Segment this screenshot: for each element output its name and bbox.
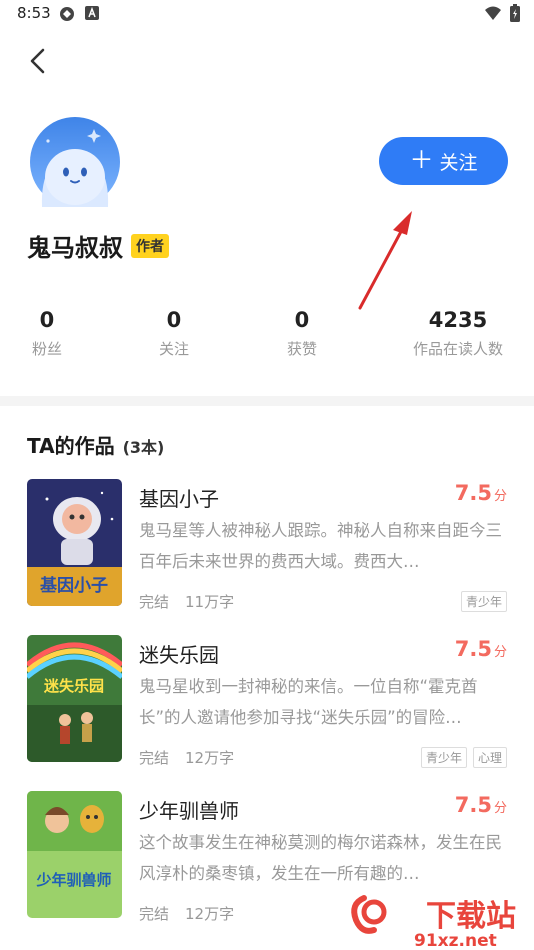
book-cover: 少年驯兽师: [27, 791, 122, 918]
book-score: 7.5 分: [454, 793, 507, 817]
svg-text:少年驯兽师: 少年驯兽师: [35, 871, 111, 889]
site-watermark-logo: 下载站 91xz.net: [351, 895, 516, 950]
author-badge: 作者: [131, 233, 169, 258]
stat-likes[interactable]: 0 获赞: [287, 308, 317, 359]
stat-value: 4235: [428, 308, 488, 332]
stats-row: 0 粉丝 0 关注 0 获赞 4235 作品在读人数: [0, 308, 534, 368]
book-cover: 迷失乐园: [27, 635, 122, 762]
book-words: 12万字: [185, 749, 235, 767]
book-cover: 基因小子: [27, 479, 122, 606]
book-tags: 青少年: [460, 591, 507, 612]
author-name: 鬼马叔叔: [27, 234, 123, 262]
book-item[interactable]: 基因小子 基因小子 7.5 分 鬼马星等人被神秘人跟踪。神秘人自称来自距今三百年后…: [0, 479, 534, 619]
stat-value: 0: [166, 308, 182, 332]
book-item[interactable]: 迷失乐园 迷失乐园 7.5 分 鬼马星收到一封神秘的来信。一位自称“霍克酋长”的人…: [0, 635, 534, 775]
svg-text:迷失乐园: 迷失乐园: [43, 677, 104, 695]
svg-text:基因小子: 基因小子: [39, 575, 108, 596]
stat-label: 获赞: [286, 340, 318, 358]
book-words: 12万字: [185, 905, 235, 923]
book-words: 11万字: [185, 593, 235, 611]
book-tag: 青少年: [420, 747, 467, 768]
book-desc: 这个故事发生在神秘莫测的梅尔诺森林，发生在民风淳朴的桑枣镇，发生在一所有趣的…: [139, 833, 502, 883]
svg-text:下载站: 下载站: [426, 899, 516, 934]
book-meta: 完结 12万字: [139, 747, 234, 768]
book-tag: 心理: [472, 747, 507, 768]
follow-label: 关注: [439, 151, 478, 174]
book-desc: 鬼马星收到一封神秘的来信。一位自称“霍克酋长”的人邀请他参加寻找“迷失乐园”的冒…: [139, 677, 478, 727]
plus-icon: ＋: [409, 146, 434, 174]
stat-label: 关注: [158, 340, 190, 358]
book-meta: 完结 11万字: [139, 591, 234, 612]
book-desc: 鬼马星等人被神秘人跟踪。神秘人自称来自距今三百年后未来世界的费西大域。费西大…: [139, 521, 502, 571]
book-status: 完结: [139, 905, 170, 923]
back-button[interactable]: [22, 44, 56, 78]
book-tag: 青少年: [460, 591, 507, 612]
stat-readers: 4235 作品在读人数: [413, 308, 503, 359]
book-tags: 青少年 心理: [420, 747, 507, 768]
book-score: 7.5 分: [454, 637, 507, 661]
stat-fans[interactable]: 0 粉丝: [32, 308, 62, 359]
follow-button[interactable]: ＋ 关注: [379, 137, 508, 185]
section-divider: [0, 396, 534, 406]
a-notification-icon: [84, 5, 100, 25]
works-title: TA的作品: [27, 434, 115, 458]
status-bar: 8:53: [0, 0, 534, 28]
chevron-left-icon: [30, 48, 45, 74]
status-time: 8:53: [17, 4, 51, 22]
avatar: [30, 117, 120, 207]
stat-value: 0: [39, 308, 55, 332]
wifi-icon: [484, 5, 502, 25]
book-meta: 完结 12万字: [139, 903, 234, 924]
battery-icon: [510, 4, 520, 26]
author-name-row: 鬼马叔叔 作者: [27, 228, 169, 263]
app-notification-icon: [58, 5, 76, 27]
book-title: 迷失乐园: [139, 643, 219, 667]
book-status: 完结: [139, 593, 170, 611]
book-status: 完结: [139, 749, 170, 767]
works-count: (3本): [122, 438, 165, 457]
book-title: 基因小子: [139, 487, 219, 511]
book-title: 少年驯兽师: [139, 799, 239, 823]
svg-text:91xz.net: 91xz.net: [414, 931, 497, 950]
book-score: 7.5 分: [454, 481, 507, 505]
works-section-title: TA的作品 (3本): [27, 430, 164, 459]
stat-label: 作品在读人数: [412, 340, 504, 358]
stat-following[interactable]: 0 关注: [159, 308, 189, 359]
stat-value: 0: [294, 308, 310, 332]
stat-label: 粉丝: [31, 340, 63, 358]
